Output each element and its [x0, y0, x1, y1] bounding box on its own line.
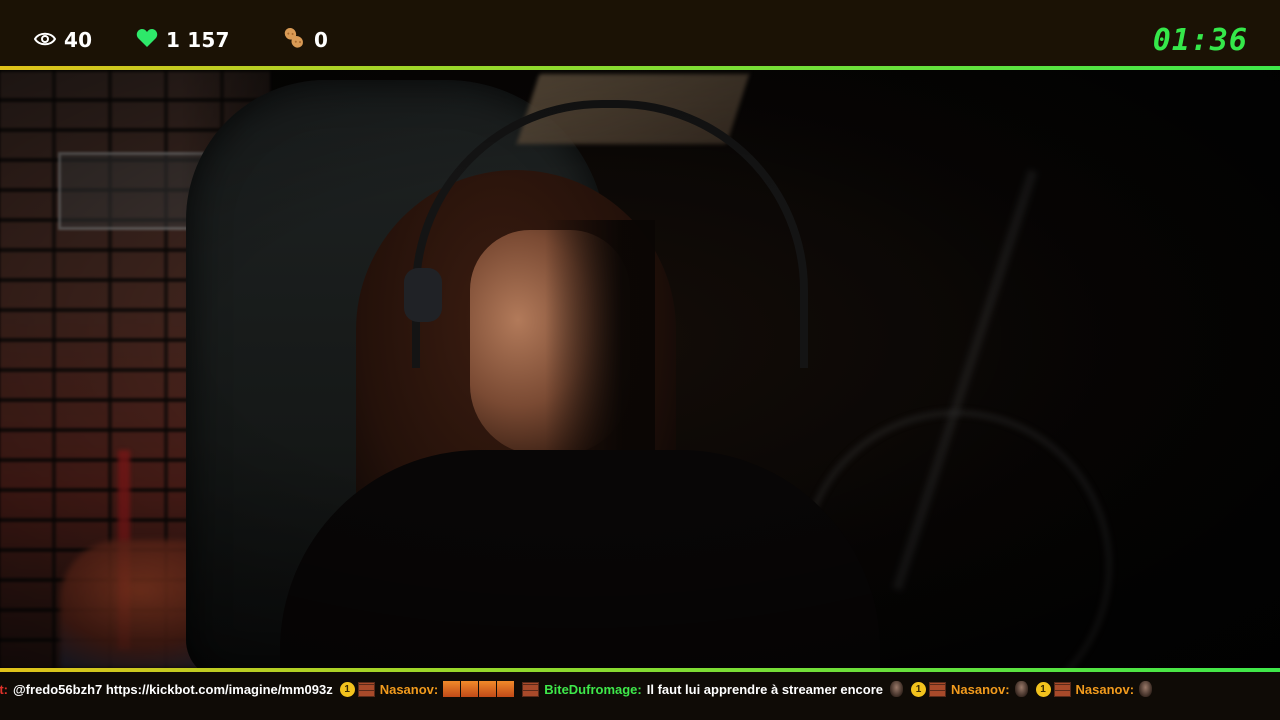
brick-badge-icon [357, 681, 375, 697]
chat-username: Nasanov: [379, 681, 439, 697]
chat-ticker: Bot: @fredo56bzh7 https://kickbot.com/im… [0, 672, 1280, 720]
stats-bar: 40 1 157 0 01:36 [0, 0, 1280, 66]
chat-ticker-row: Bot: @fredo56bzh7 https://kickbot.com/im… [0, 677, 1160, 701]
coin-badge-icon: 1 [339, 681, 355, 697]
brick-badge-icon [1053, 681, 1071, 697]
chat-username: Bot: [0, 681, 8, 697]
chat-username: Nasanov: [951, 681, 1010, 697]
coin-badge-icon: 1 [911, 681, 926, 697]
heart-icon [136, 28, 158, 52]
chat-username: BiteDufromage: [544, 681, 642, 697]
like-count: 1 157 [136, 22, 230, 58]
coin-badge-icon: 1 [1035, 681, 1051, 697]
avatar-emote-icon [890, 681, 903, 697]
fire-emote-icon [461, 681, 479, 697]
peanut-icon [282, 26, 306, 54]
stream-timer: 01:36 [1152, 22, 1248, 58]
chat-username: Nasanov: [1075, 681, 1135, 697]
fire-emote-icon [497, 681, 515, 697]
brick-badge-icon [522, 681, 540, 697]
webcam-video [0, 70, 1280, 668]
viewer-count-value: 40 [64, 28, 93, 52]
fire-emote-icon [479, 681, 497, 697]
fire-emote-icon [443, 681, 461, 697]
stream-overlay: 40 1 157 0 01:36 t: @fredo56bzh7 https:/… [0, 0, 1280, 720]
chat-message: @fredo56bzh7 https://kickbot.com/imagine… [13, 681, 333, 697]
brick-badge-icon [929, 681, 946, 697]
peanut-count: 0 [282, 22, 328, 58]
chat-message: Il faut lui apprendre à streamer encore [646, 681, 883, 697]
viewer-count: 40 [33, 22, 93, 58]
like-count-value: 1 157 [166, 28, 230, 52]
peanut-count-value: 0 [314, 28, 329, 52]
avatar-emote-icon [1139, 681, 1153, 697]
eye-icon [33, 31, 57, 50]
avatar-emote-icon [1014, 681, 1028, 697]
